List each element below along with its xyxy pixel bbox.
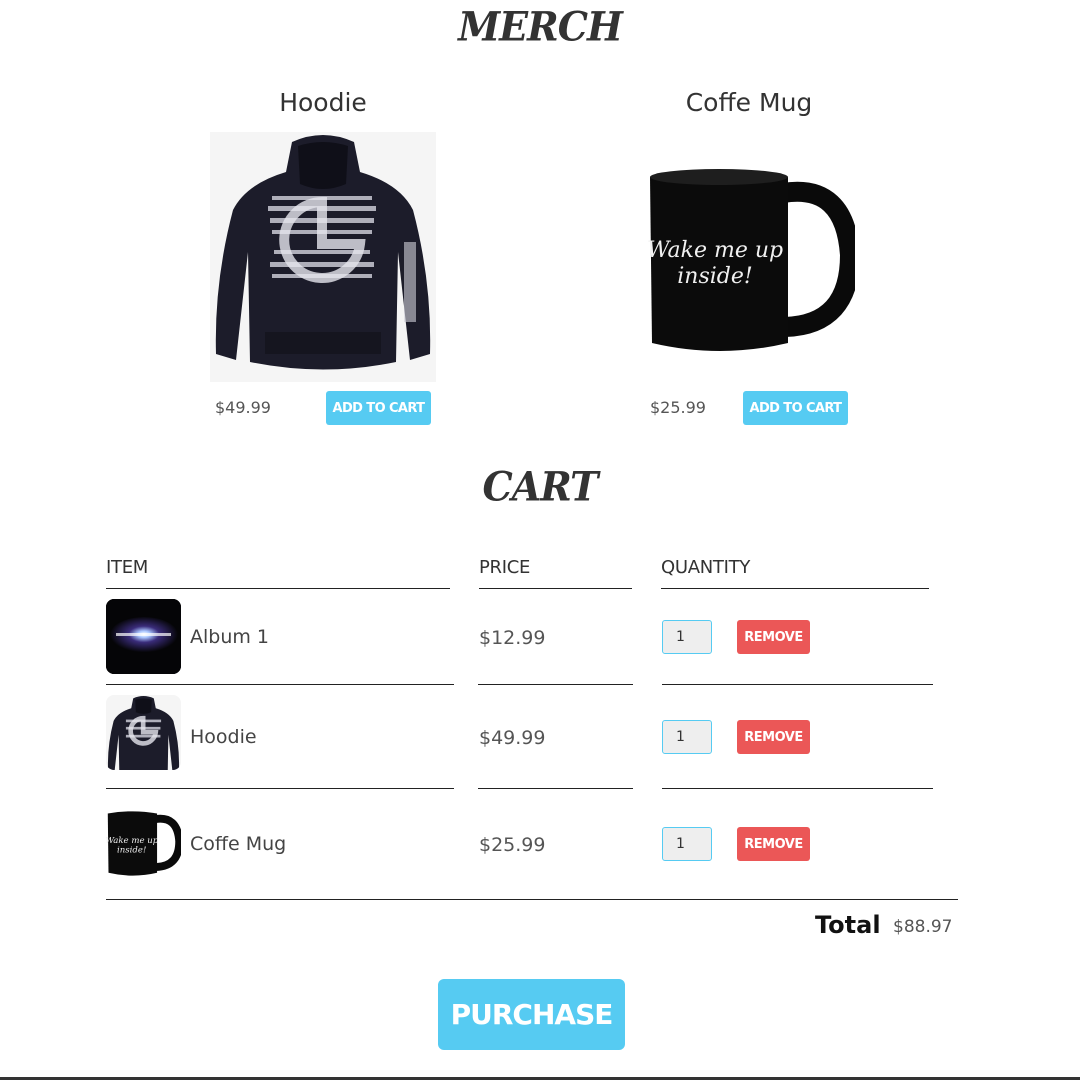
hoodie-icon [107, 696, 180, 770]
mug-icon: Wake me up inside! [106, 811, 181, 876]
cart-item-name: Hoodie [190, 726, 257, 748]
svg-text:Wake me up: Wake me up [647, 238, 783, 263]
total-label: Total [815, 911, 881, 939]
cart-section-title: CART [482, 462, 599, 511]
row-divider [478, 788, 633, 789]
hoodie-icon [215, 135, 431, 370]
cart-item-price: $49.99 [479, 727, 546, 749]
row-divider [662, 788, 933, 789]
row-divider [106, 684, 454, 685]
row-divider [662, 684, 933, 685]
quantity-input[interactable] [662, 827, 712, 861]
merch-section-title: MERCH [458, 2, 623, 51]
column-header-quantity: QUANTITY [661, 557, 751, 578]
cart-item-image-album [106, 599, 181, 674]
header-divider-quantity [661, 588, 929, 589]
total-value: $88.97 [893, 917, 953, 937]
cart-item-name: Coffe Mug [190, 833, 287, 855]
cart-item-price: $25.99 [479, 834, 546, 856]
product-title-mug: Coffe Mug [685, 88, 813, 117]
add-to-cart-button-hoodie[interactable]: ADD TO CART [326, 391, 431, 425]
cart-item-image-mug: Wake me up inside! [106, 808, 181, 883]
cart-item-price: $12.99 [479, 627, 546, 649]
product-title-hoodie: Hoodie [279, 88, 367, 117]
product-image-mug: Wake me up inside! [645, 165, 861, 360]
cart-item-image-hoodie [106, 695, 181, 770]
album-icon [106, 599, 181, 674]
quantity-input[interactable] [662, 720, 712, 754]
total-divider [106, 899, 958, 900]
remove-button[interactable]: REMOVE [737, 720, 810, 754]
column-header-price: PRICE [479, 557, 531, 578]
svg-text:inside!: inside! [117, 846, 146, 856]
row-divider [478, 684, 633, 685]
product-image-hoodie [210, 132, 436, 382]
purchase-button[interactable]: PURCHASE [438, 979, 625, 1050]
svg-text:Wake me up: Wake me up [106, 836, 159, 846]
product-price-hoodie: $49.99 [215, 398, 271, 417]
column-header-item: ITEM [106, 557, 149, 578]
header-divider-item [106, 588, 450, 589]
cart-item-name: Album 1 [190, 626, 270, 648]
quantity-input[interactable] [662, 620, 712, 654]
svg-text:inside!: inside! [677, 264, 752, 289]
product-price-mug: $25.99 [650, 398, 706, 417]
mug-icon: Wake me up inside! [647, 169, 861, 351]
header-divider-price [479, 588, 632, 589]
remove-button[interactable]: REMOVE [737, 620, 810, 654]
remove-button[interactable]: REMOVE [737, 827, 810, 861]
row-divider [106, 788, 454, 789]
add-to-cart-button-mug[interactable]: ADD TO CART [743, 391, 848, 425]
